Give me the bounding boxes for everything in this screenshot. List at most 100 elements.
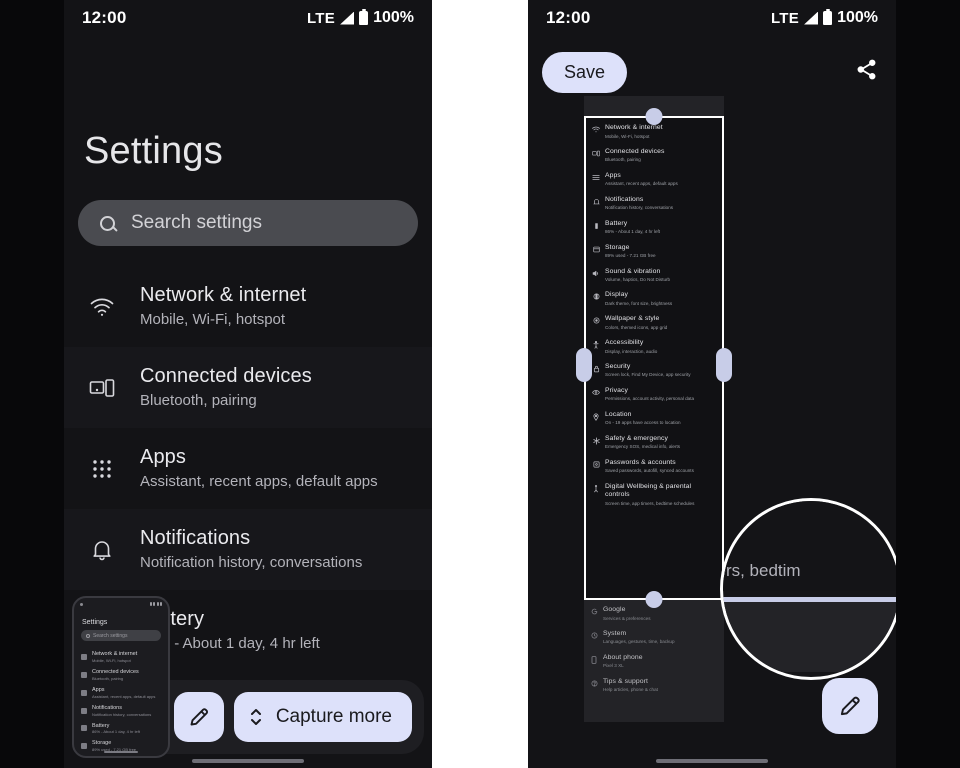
thumbnail-search-placeholder: Search settings [93, 632, 128, 639]
row-subtitle: Pixel 3 XL [603, 663, 624, 669]
shot-row: Tips & support Help articles, phone & cha… [584, 674, 724, 698]
crop-handle-top[interactable] [645, 108, 663, 125]
row-title: Location [605, 410, 632, 418]
row-title: Tips & support [603, 677, 648, 685]
right-bezel [896, 0, 960, 768]
capture-more-button[interactable]: Capture more [233, 692, 412, 742]
row-subtitle: 89% used - 7.21 GB free [605, 252, 656, 258]
thumbnail-row: Notifications Notification history, conve… [74, 702, 168, 720]
captured-settings-list-dimmed: Google Services & preferences System Langu… [584, 600, 724, 698]
row-subtitle: Bluetooth, pairing [605, 157, 641, 163]
edit-fab-button[interactable] [822, 678, 878, 734]
wifi-icon [592, 126, 600, 133]
row-subtitle: Permissions, account activity, personal … [605, 396, 695, 402]
battery-percent-label: 100% [837, 9, 878, 26]
shot-row: About phone Pixel 3 XL [584, 650, 724, 674]
wifi-icon [81, 653, 87, 660]
apps-grid-icon [81, 689, 87, 696]
row-subtitle: Notification history, conversations [605, 205, 674, 211]
row-title: Battery [605, 219, 628, 227]
status-bar: 12:00 LTE 100% [64, 0, 432, 36]
search-icon [100, 215, 115, 231]
crop-handle-left[interactable] [576, 348, 592, 382]
row-title: Passwords & accounts [605, 458, 676, 466]
display-icon [592, 293, 600, 300]
settings-row-text: Apps Assistant, recent apps, default app… [126, 445, 432, 492]
magnifier-line-1: Wellbeing & p [721, 499, 759, 527]
right-phone-panel: 12:00 LTE 100% Save Network & internet M… [528, 0, 960, 768]
settings-row-notifications[interactable]: Notifications Notification history, conv… [64, 509, 432, 590]
panel-divider [432, 0, 528, 768]
crop-handle-bottom[interactable] [645, 591, 663, 608]
save-button[interactable]: Save [542, 52, 628, 93]
apps-list-icon [592, 174, 600, 181]
shot-row: Connected devices Bluetooth, pairing [586, 144, 722, 168]
row-title: Security [605, 363, 631, 371]
longshot-editor-screen: 12:00 LTE 100% Save Network & internet M… [528, 0, 896, 768]
row-subtitle: Notification history, conversations [140, 554, 363, 572]
settings-row-connected-devices[interactable]: Connected devices Bluetooth, pairing [64, 347, 432, 428]
row-title: Apps [605, 171, 621, 179]
magnifier-line-2: rols [723, 527, 896, 555]
apps-grid-icon [78, 458, 126, 480]
wifi-icon [78, 297, 126, 317]
thumbnail-title: Settings [82, 619, 108, 626]
row-subtitle: Screen time, app timers, bedtime schedul… [605, 500, 695, 506]
home-indicator[interactable] [656, 759, 768, 763]
row-title: Notifications [92, 704, 122, 711]
row-title: Network & internet [605, 124, 663, 132]
settings-row-network[interactable]: Network & internet Mobile, Wi-Fi, hotspo… [64, 266, 432, 347]
row-title: Digital Wellbeing & parental controls [605, 482, 692, 499]
wellbeing-icon [592, 484, 600, 493]
row-subtitle: Services & preferences [603, 615, 651, 621]
home-indicator[interactable] [192, 759, 304, 763]
shot-row: Safety & emergency Emergency SOS, medical… [586, 431, 722, 455]
row-title: Accessibility [605, 339, 644, 347]
screenshot-thumbnail[interactable]: Settings Search settings Network & inter… [72, 596, 170, 758]
row-title: Network & internet [140, 284, 307, 307]
row-subtitle: Emergency SOS, medical info, alerts [605, 444, 681, 450]
storage-icon [592, 246, 600, 253]
signal-icon [804, 11, 819, 25]
row-title: Connected devices [92, 668, 139, 675]
location-icon [592, 413, 600, 421]
row-title: Google [603, 606, 626, 614]
row-title: Network & internet [92, 651, 138, 657]
row-title: Battery [140, 608, 205, 631]
magnifier-content: Wellbeing & p rols n time, app timers, b… [721, 499, 896, 673]
edit-button[interactable] [173, 692, 224, 742]
row-subtitle: 86% - About 1 day, 4 hr left [92, 729, 140, 735]
row-subtitle: Mobile, Wi-Fi, hotspot [140, 311, 286, 329]
battery-icon [823, 8, 833, 25]
emergency-icon [592, 437, 600, 445]
capture-more-label: Capture more [275, 706, 392, 727]
row-subtitle: Dark theme, font size, brightness [605, 300, 673, 306]
row-title: System [603, 630, 627, 638]
shot-row: Wallpaper & style Colors, themed icons, a… [586, 311, 722, 335]
pencil-icon [840, 696, 860, 716]
row-title: Notifications [605, 195, 644, 203]
thumbnail-search: Search settings [81, 630, 161, 641]
magnifier-line-5: & preferences [723, 653, 896, 672]
row-subtitle: Bluetooth, pairing [92, 675, 124, 681]
crop-handle-right[interactable] [716, 348, 732, 382]
devices-icon [592, 150, 600, 157]
row-subtitle: Mobile, Wi-Fi, hotspot [92, 657, 131, 663]
longshot-crop-area: Network & internet Mobile, Wi-Fi, hotspot… [576, 96, 732, 722]
status-time: 12:00 [546, 8, 591, 27]
crop-selection[interactable]: Network & internet Mobile, Wi-Fi, hotspot… [584, 116, 724, 600]
row-subtitle: Languages, gestures, time, backup [603, 639, 675, 645]
row-subtitle: Saved passwords, autofill, synced accoun… [605, 467, 694, 473]
row-title: Sound & vibration [605, 267, 661, 275]
search-placeholder: Search settings [131, 212, 262, 233]
search-input[interactable]: Search settings [78, 200, 418, 246]
battery-percent-label: 100% [373, 9, 414, 26]
bell-icon [78, 538, 126, 562]
row-subtitle: Mobile, Wi-Fi, hotspot [605, 133, 650, 139]
settings-row-apps[interactable]: Apps Assistant, recent apps, default app… [64, 428, 432, 509]
row-title: Wallpaper & style [605, 315, 660, 323]
row-title: Notifications [140, 527, 251, 550]
magnifier-band-top: Wellbeing & p rols n time, app timers, b… [721, 499, 896, 592]
share-button[interactable] [855, 58, 878, 81]
shot-row: Digital Wellbeing & parental controls Scr… [586, 478, 722, 511]
